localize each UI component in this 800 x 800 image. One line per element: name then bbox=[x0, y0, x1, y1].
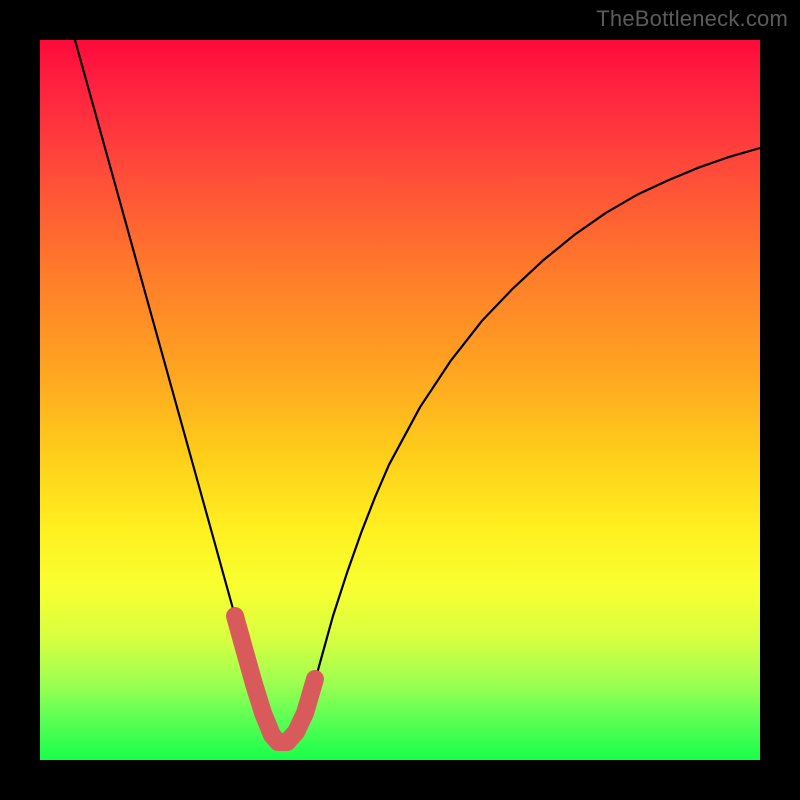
watermark-text: TheBottleneck.com bbox=[596, 6, 788, 32]
optimal-range-highlight bbox=[235, 616, 315, 742]
curve-layer bbox=[40, 40, 760, 760]
plot-area bbox=[40, 40, 760, 760]
bottleneck-curve bbox=[75, 40, 760, 742]
chart-frame: TheBottleneck.com bbox=[0, 0, 800, 800]
